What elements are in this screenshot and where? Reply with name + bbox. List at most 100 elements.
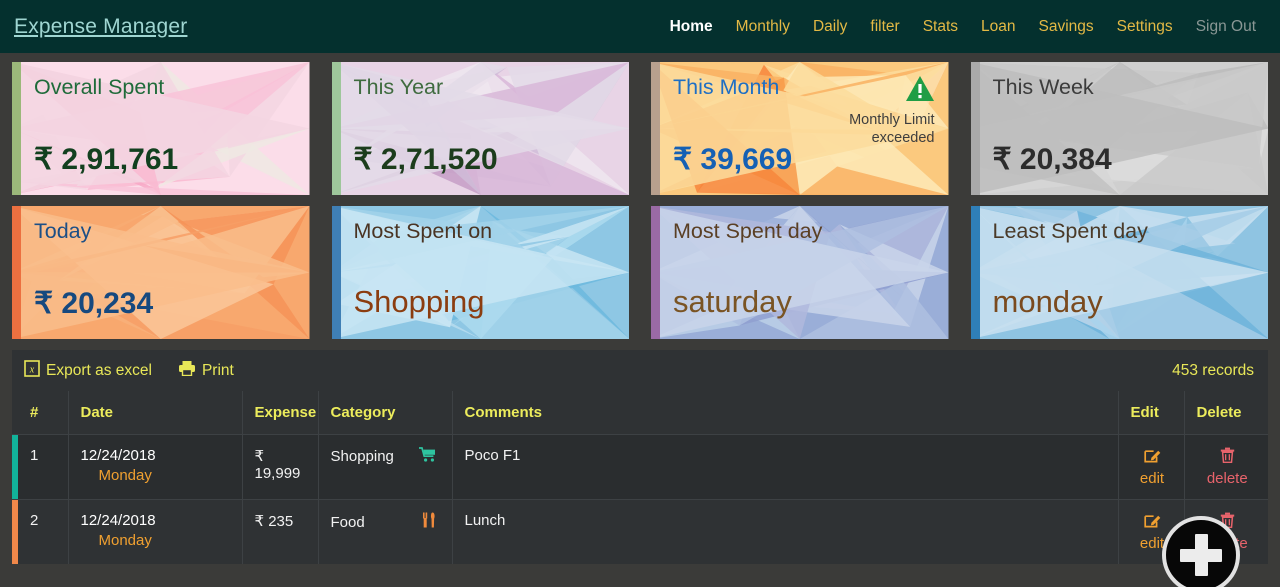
top-navbar: Expense Manager Home Monthly Daily filter St… — [0, 0, 1280, 53]
card-value: Shopping — [353, 284, 485, 320]
cell-date: 12/24/2018 Monday — [67, 434, 242, 500]
column-header-[interactable]: # — [12, 391, 68, 435]
pencil-square-icon — [1131, 447, 1174, 467]
card-most-spent-day: Most Spent day saturday — [651, 206, 949, 339]
date-value: 12/24/2018 — [80, 512, 156, 529]
card-accent-edge — [970, 206, 980, 339]
plus-icon-vertical — [1194, 534, 1208, 576]
cell-comments: Lunch — [451, 499, 1118, 564]
edit-row-button[interactable]: edit — [1117, 434, 1184, 500]
printer-icon — [178, 360, 196, 381]
export-as-excel-button[interactable]: x Export as excel — [24, 359, 152, 382]
card-value: saturday — [673, 284, 792, 320]
trash-icon — [1197, 447, 1259, 467]
card-title: This Week — [992, 75, 1094, 99]
records-panel: x Export as excel Print 453 records # Da… — [12, 350, 1268, 587]
cutlery-icon — [422, 512, 436, 532]
nav-link-savings[interactable]: Savings — [1039, 18, 1094, 36]
card-overall-spent: Overall Spent ₹ 2,91,761 — [12, 62, 310, 195]
category-label: Food — [330, 513, 365, 531]
nav-link-settings[interactable]: Settings — [1117, 18, 1173, 36]
table-row[interactable]: 1 12/24/2018 Monday ₹ 19,999 Shopping Poco F1… — [12, 434, 1268, 500]
cell-expense: ₹ 19,999 — [241, 434, 318, 500]
card-accent-edge — [651, 62, 660, 195]
nav-link-sign-out[interactable]: Sign Out — [1196, 18, 1256, 36]
card-value: ₹ 2,71,520 — [353, 142, 498, 176]
card-title: Most Spent on — [353, 219, 493, 243]
card-value: monday — [992, 284, 1103, 320]
app-brand-link[interactable]: Expense Manager — [14, 15, 187, 39]
row-accent-marker — [12, 435, 18, 499]
export-as-excel-label: Export as excel — [46, 361, 152, 379]
delete-label: delete — [1206, 470, 1248, 487]
add-expense-fab[interactable] — [1162, 516, 1240, 587]
card-this-month: This Month ₹ 39,669 Monthly Limit exceeded — [651, 62, 949, 195]
column-header-category[interactable]: Category — [317, 391, 452, 435]
card-accent-edge — [12, 206, 21, 339]
card-today: Today ₹ 20,234 — [12, 206, 310, 339]
row-accent-marker — [12, 500, 18, 564]
pencil-square-icon — [1131, 512, 1174, 532]
delete-row-button[interactable]: delete — [1183, 434, 1268, 500]
date-value: 12/24/2018 — [80, 447, 156, 464]
nav-links: Home Monthly Daily filter Stats Loan Savings Se… — [670, 18, 1264, 36]
card-value: ₹ 20,234 — [34, 286, 154, 320]
card-this-week: This Week ₹ 20,384 — [970, 62, 1268, 195]
table-head: # Date Expense Category Comments Edit Delete — [12, 391, 1268, 435]
card-title: This Year — [353, 75, 444, 99]
date-weekday: Monday — [98, 467, 152, 484]
svg-text:x: x — [29, 364, 35, 375]
card-accent-edge — [970, 62, 980, 195]
edit-label: edit — [1139, 470, 1165, 487]
column-header-delete[interactable]: Delete — [1183, 391, 1268, 435]
row-index-value: 1 — [30, 447, 39, 464]
limit-warning-text: Monthly Limit exceeded — [849, 112, 935, 147]
card-accent-edge — [12, 62, 21, 195]
nav-link-stats[interactable]: Stats — [923, 18, 958, 36]
card-accent-edge — [651, 206, 660, 339]
cell-index: 2 — [12, 499, 68, 564]
table-toolbar: x Export as excel Print 453 records — [12, 350, 1268, 391]
nav-link-daily[interactable]: Daily — [813, 18, 847, 36]
column-header-comments[interactable]: Comments — [451, 391, 1118, 435]
warning-triangle-icon — [905, 76, 935, 106]
nav-link-monthly[interactable]: Monthly — [736, 18, 790, 36]
cell-index: 1 — [12, 434, 68, 500]
card-least-spent-day: Least Spent day monday — [970, 206, 1268, 339]
card-this-year: This Year ₹ 2,71,520 — [331, 62, 629, 195]
nav-link-home[interactable]: Home — [670, 18, 713, 36]
expenses-table: # Date Expense Category Comments Edit Delete 1… — [12, 391, 1268, 564]
card-value: ₹ 39,669 — [673, 142, 793, 176]
cell-comments: Poco F1 — [451, 434, 1118, 500]
column-header-date[interactable]: Date — [67, 391, 242, 435]
table-body: 1 12/24/2018 Monday ₹ 19,999 Shopping Poco F1… — [12, 434, 1268, 564]
cell-category: Food — [317, 499, 452, 564]
card-accent-edge — [331, 206, 341, 339]
table-row[interactable]: 212/24/2018Monday₹ 235FoodLuncheditdelet… — [12, 499, 1268, 564]
row-index-value: 2 — [30, 512, 39, 529]
card-value: ₹ 20,384 — [992, 142, 1112, 176]
table-header-row: # Date Expense Category Comments Edit Delete — [12, 391, 1268, 435]
category-label: Shopping — [330, 448, 394, 465]
card-title: Overall Spent — [34, 75, 165, 99]
print-button[interactable]: Print — [178, 360, 234, 381]
cell-date: 12/24/2018 Monday — [67, 499, 242, 564]
card-title: Today — [34, 219, 92, 243]
card-title: Most Spent day — [673, 219, 823, 243]
excel-file-icon: x — [24, 359, 40, 382]
nav-link-filter[interactable]: filter — [870, 18, 899, 36]
column-header-expense[interactable]: Expense — [241, 391, 318, 435]
cell-expense: ₹ 235 — [241, 499, 318, 564]
column-header-edit[interactable]: Edit — [1117, 391, 1184, 435]
card-accent-edge — [331, 62, 341, 195]
shopping-cart-icon — [418, 447, 436, 466]
card-most-spent-on: Most Spent on Shopping — [331, 206, 629, 339]
nav-link-loan[interactable]: Loan — [981, 18, 1015, 36]
date-weekday: Monday — [98, 532, 152, 549]
limit-warning: Monthly Limit exceeded — [815, 75, 935, 147]
toolbar-actions: x Export as excel Print — [24, 359, 234, 382]
cell-category: Shopping — [317, 434, 452, 500]
record-count: 453 records — [1172, 361, 1254, 379]
summary-cards: Overall Spent ₹ 2,91,761 This Year ₹ 2,71,5… — [0, 53, 1280, 339]
print-label: Print — [201, 361, 234, 379]
